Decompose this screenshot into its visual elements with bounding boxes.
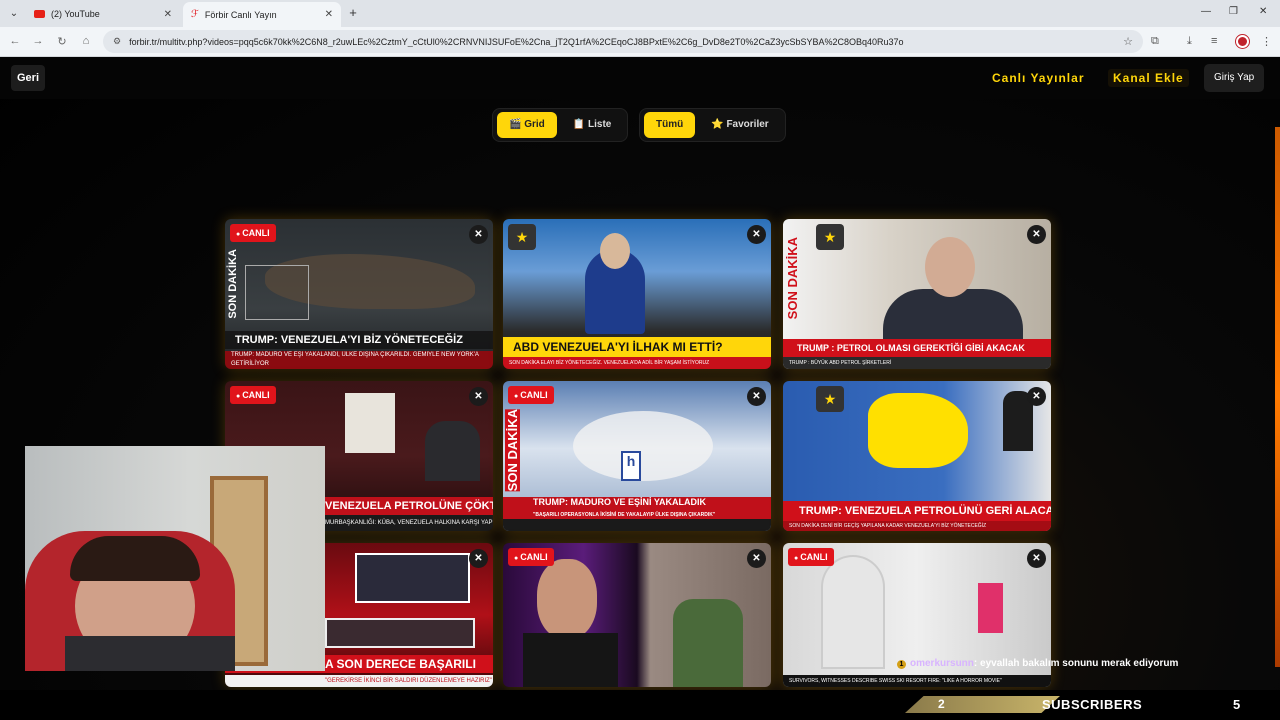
favorite-star-icon[interactable]: ★ xyxy=(508,224,536,250)
tab-search-icon[interactable]: ⌄ xyxy=(6,6,22,22)
back-icon[interactable]: ← xyxy=(8,35,22,47)
url-text: forbir.tr/multitv.php?videos=pqq5c6k70kk… xyxy=(129,36,904,47)
video-card[interactable]: h SON DAKİKA TRUMP: MADURO VE EŞİNİ YAKA… xyxy=(503,381,771,531)
video-headline: TRUMP: VENEZUELA'YI BİZ YÖNETECEĞİZ xyxy=(225,331,493,349)
live-badge: CANLI xyxy=(508,386,554,404)
site-info-icon[interactable]: ⚙ xyxy=(113,36,121,47)
bookmark-star-icon[interactable]: ☆ xyxy=(1123,35,1133,48)
breaking-news-label: SON DAKİKA xyxy=(785,236,800,319)
remove-video-icon[interactable]: ✕ xyxy=(747,225,766,244)
back-button[interactable]: Geri xyxy=(11,65,46,91)
video-card[interactable]: SON DAKİKA TRUMP: VENEZUELA'YI BİZ YÖNET… xyxy=(225,219,493,369)
video-ticker: TRUMP : BÜYÜK ABD PETROL ŞİRKETLERİ xyxy=(783,357,1051,369)
video-card[interactable]: CANLI ✕ xyxy=(503,543,771,687)
list-view-button[interactable]: 📋 Liste xyxy=(561,112,624,138)
site-navbar: Geri Canlı Yayınlar Kanal Ekle Giriş Yap xyxy=(0,57,1280,99)
breaking-news-label: SON DAKİKA xyxy=(227,249,239,319)
video-ticker: "GEREKİRSE İKİNCİ BİR SALDIRI DÜZENLEMEY… xyxy=(225,675,493,687)
tab-forbir[interactable]: ℱ Förbir Canlı Yayın ✕ xyxy=(183,2,341,27)
browser-toolbar: ← → ↻ ⌂ ⚙ forbir.tr/multitv.php?videos=p… xyxy=(0,27,1280,57)
remove-video-icon[interactable]: ✕ xyxy=(1027,549,1046,568)
chat-username: omerkursunn xyxy=(910,658,974,669)
chat-message: 1 omerkursunn: eyvallah bakalım sonunu me… xyxy=(897,658,1178,669)
chat-text: : eyvallah bakalım sonunu merak ediyorum xyxy=(973,658,1179,669)
filter-all-button[interactable]: Tümü xyxy=(644,112,696,138)
video-ticker: TRUMP: MADURO VE EŞİ YAKALANDI, ÜLKE DIŞ… xyxy=(225,351,493,369)
video-ticker: SON DAKİKA ELAYI BİZ YÖNETECEĞİZ. VENEZU… xyxy=(503,357,771,369)
tab-title: (2) YouTube xyxy=(51,9,100,19)
restore-icon[interactable]: ❐ xyxy=(1229,6,1238,17)
extensions-icon[interactable]: ⧉ xyxy=(1151,35,1159,48)
grid-view-button[interactable]: 🎬 Grid xyxy=(497,112,557,138)
video-headline: TRUMP : PETROL OLMASI GEREKTİĞİ GİBİ AKA… xyxy=(783,339,1051,357)
live-badge: CANLI xyxy=(508,548,554,566)
chat-badge-icon: 1 xyxy=(897,660,906,669)
streamer-shirt xyxy=(65,636,235,671)
favorite-star-icon[interactable]: ★ xyxy=(816,386,844,412)
subscriber-count: 2 xyxy=(938,697,945,711)
live-badge: CANLI xyxy=(788,548,834,566)
remove-video-icon[interactable]: ✕ xyxy=(469,225,488,244)
favorite-star-icon[interactable]: ★ xyxy=(816,224,844,250)
tab-title: Förbir Canlı Yayın xyxy=(204,9,277,20)
tab-close-icon[interactable]: ✕ xyxy=(164,9,172,20)
view-toggle: 🎬 Grid 📋 Liste xyxy=(492,108,629,142)
youtube-icon xyxy=(34,10,45,18)
subscriber-goal: 5 xyxy=(1233,697,1241,712)
address-bar[interactable]: ⚙ forbir.tr/multitv.php?videos=pqq5c6k70… xyxy=(103,30,1143,53)
video-ticker: SURVIVORS, WITNESSES DESCRIBE SWISS SKI … xyxy=(783,675,1051,687)
remove-video-icon[interactable]: ✕ xyxy=(1027,387,1046,406)
video-subheadline: "BAŞARILI OPERASYONLA İKİSİNİ DE YAKALAY… xyxy=(533,512,716,518)
subscriber-progress-ribbon xyxy=(905,696,1060,713)
minimize-icon[interactable]: — xyxy=(1201,6,1211,17)
login-button[interactable]: Giriş Yap xyxy=(1204,64,1265,92)
streamer-hair xyxy=(70,536,200,581)
live-badge: CANLI xyxy=(230,224,276,242)
nav-live-streams[interactable]: Canlı Yayınlar xyxy=(992,71,1085,85)
video-card[interactable]: SON DAKİKA TRUMP : PETROL OLMASI GEREKTİ… xyxy=(783,219,1051,369)
video-headline-text: TRUMP: MADURO VE EŞİNİ YAKALADIK xyxy=(533,497,707,507)
browser-tabstrip: ⌄ (2) YouTube ✕ ℱ Förbir Canlı Yayın ✕ +… xyxy=(0,0,1280,27)
tab-youtube[interactable]: (2) YouTube ✕ xyxy=(26,3,180,25)
close-window-icon[interactable]: ✕ xyxy=(1259,6,1267,17)
home-icon[interactable]: ⌂ xyxy=(79,35,93,47)
video-ticker: SON DAKİKA DENİ BİR GEÇİŞ YAPILANA KADAR… xyxy=(783,521,1051,531)
video-ticker-strip xyxy=(503,519,771,531)
remove-video-icon[interactable]: ✕ xyxy=(747,387,766,406)
forbir-icon: ℱ xyxy=(191,9,199,20)
video-card[interactable]: ABD VENEZUELA'YI İLHAK MI ETTİ? SON DAKİ… xyxy=(503,219,771,369)
video-headline: ABD VENEZUELA'YI İLHAK MI ETTİ? xyxy=(503,337,771,357)
remove-video-icon[interactable]: ✕ xyxy=(1027,225,1046,244)
media-control-icon[interactable]: ≡ xyxy=(1211,35,1217,47)
remove-video-icon[interactable]: ✕ xyxy=(469,549,488,568)
remove-video-icon[interactable]: ✕ xyxy=(469,387,488,406)
tab-close-icon[interactable]: ✕ xyxy=(325,9,333,20)
remove-video-icon[interactable]: ✕ xyxy=(747,549,766,568)
download-icon[interactable]: ⤓ xyxy=(1187,35,1192,48)
browser-menu-icon[interactable]: ⋮ xyxy=(1261,35,1272,48)
webcam-overlay xyxy=(25,446,325,671)
subscriber-label: SUBSCRIBERS xyxy=(1042,697,1143,712)
live-badge: CANLI xyxy=(230,386,276,404)
video-headline: TRUMP: MADURO VE EŞİNİ YAKALADIK "BAŞARI… xyxy=(503,497,771,519)
profile-avatar[interactable] xyxy=(1236,35,1249,48)
forward-icon[interactable]: → xyxy=(31,35,45,47)
new-tab-button[interactable]: + xyxy=(345,5,361,21)
filter-favorites-button[interactable]: ⭐ Favoriler xyxy=(699,112,780,138)
reload-icon[interactable]: ↻ xyxy=(55,35,69,48)
filter-toggle: Tümü ⭐ Favoriler xyxy=(639,108,786,142)
video-card[interactable]: TRUMP: VENEZUELA PETROLÜNÜ GERİ ALACAĞIZ… xyxy=(783,381,1051,531)
breaking-news-label: SON DAKİKA xyxy=(505,408,520,491)
nav-add-channel[interactable]: Kanal Ekle xyxy=(1108,69,1189,87)
